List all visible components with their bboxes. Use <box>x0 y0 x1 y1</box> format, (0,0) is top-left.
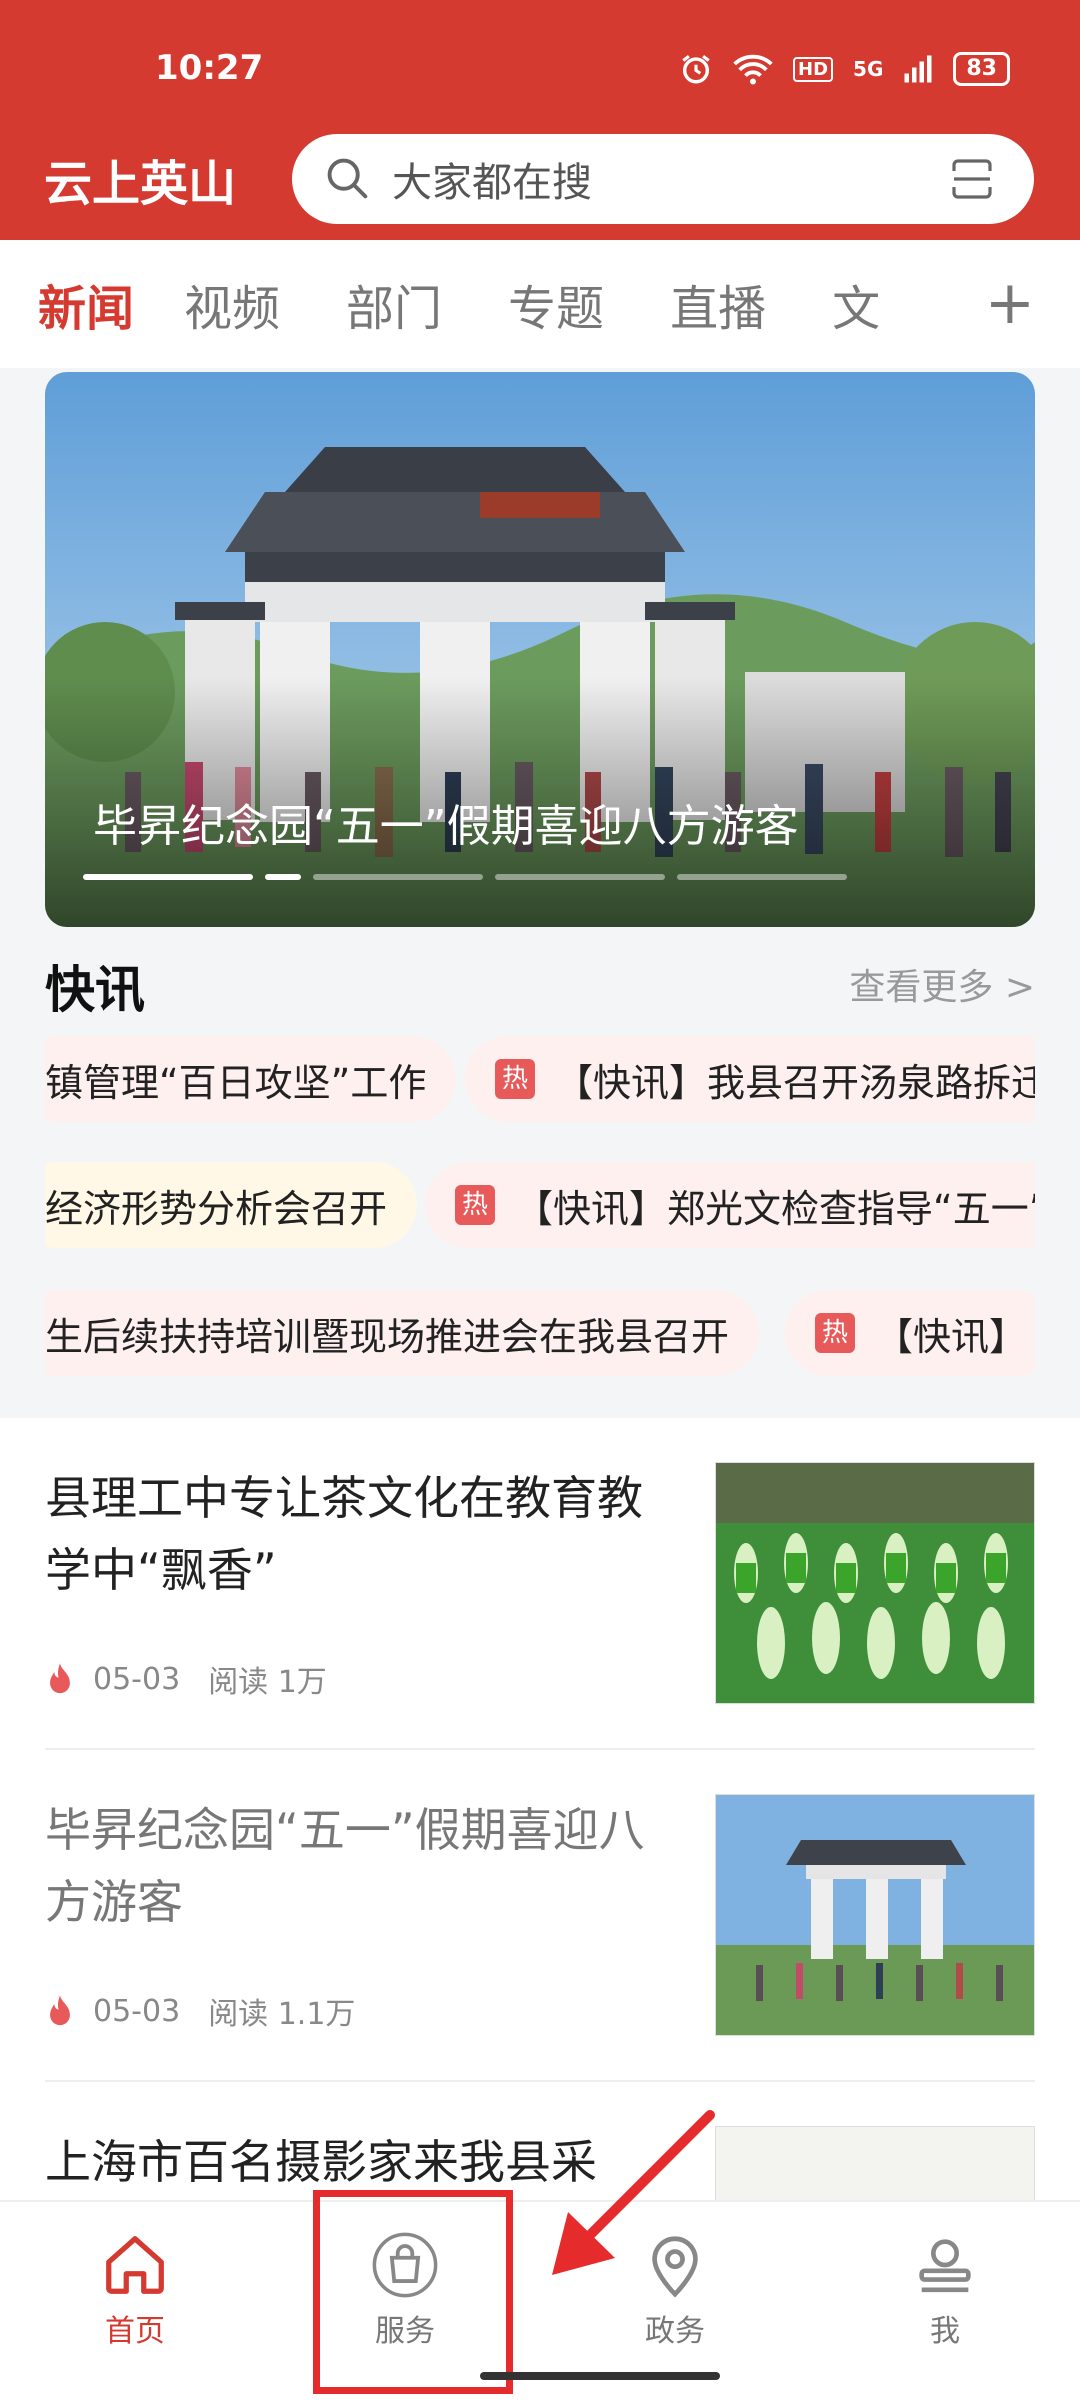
ticker-row: 生后续扶持培训暨现场推进会在我县召开 热【快讯】 <box>45 1290 1035 1380</box>
carousel-dot <box>83 874 253 880</box>
tab-government[interactable]: 政务 <box>575 2230 775 2350</box>
ticker-row: 经济形势分析会召开 热【快讯】郑光文检查指导“五一” <box>45 1162 1035 1252</box>
divider <box>45 2080 1035 2082</box>
news-thumbnail <box>715 2126 1035 2200</box>
tab-department[interactable]: 部门 <box>346 269 442 339</box>
search-icon <box>327 158 368 199</box>
tab-me-label: 我 <box>930 2314 960 2349</box>
news-thumbnail <box>715 1794 1035 2036</box>
home-indicator <box>480 2372 720 2380</box>
news-title: 毕昇纪念园“五一”假期喜迎八方游客 <box>45 1803 645 1929</box>
news-meta: 05-03 阅读 1万 <box>45 1657 327 1701</box>
ticker-item[interactable]: 热【快讯】我县召开汤泉路拆迁 <box>465 1036 1035 1122</box>
hot-badge: 热 <box>495 1059 535 1099</box>
ticker-item[interactable]: 镇管理“百日攻坚”工作 <box>45 1036 457 1122</box>
status-icons: HD 5G 83 <box>679 52 1010 86</box>
add-channel-icon[interactable]: + <box>985 268 1035 338</box>
news-item[interactable]: 县理工中专让茶文化在教育教学中“飘香” 05-03 阅读 1万 <box>45 1462 1035 1704</box>
tab-news[interactable]: 新闻 <box>38 269 134 339</box>
tab-home-label: 首页 <box>105 2314 165 2349</box>
news-date: 05-03 <box>93 1661 181 1697</box>
status-bar: 10:27 HD 5G 83 <box>0 0 1080 130</box>
news-meta: 05-03 阅读 1.1万 <box>45 1989 355 2033</box>
news-item[interactable]: 毕昇纪念园“五一”假期喜迎八方游客 05-03 阅读 1.1万 <box>45 1794 1035 2036</box>
signal-icon <box>904 55 932 83</box>
category-tabs: 新闻 视频 部门 专题 直播 文 + <box>0 240 1080 368</box>
tab-topic[interactable]: 专题 <box>508 269 604 339</box>
carousel-dot <box>677 874 847 880</box>
ticker-item[interactable]: 生后续扶持培训暨现场推进会在我县召开 <box>45 1290 760 1376</box>
hot-badge: 热 <box>815 1313 855 1353</box>
highlight-box <box>313 2190 513 2394</box>
news-title: 县理工中专让茶文化在教育教学中“飘香” <box>45 1471 643 1597</box>
home-icon <box>106 2236 164 2294</box>
banner-carousel[interactable]: 毕昇纪念园“五一”假期喜迎八方游客 <box>45 372 1035 927</box>
ticker-item[interactable]: 经济形势分析会召开 <box>45 1162 418 1248</box>
tab-live[interactable]: 直播 <box>670 269 766 339</box>
app-header: 云上英山 大家都在搜 <box>0 130 1080 240</box>
banner-title: 毕昇纪念园“五一”假期喜迎八方游客 <box>93 801 799 852</box>
battery-indicator: 83 <box>953 52 1010 86</box>
tab-government-label: 政务 <box>645 2314 705 2349</box>
carousel-dot <box>495 874 665 880</box>
tabs-fade <box>910 240 990 368</box>
carousel-dot <box>313 874 483 880</box>
ticker-row: 镇管理“百日攻坚”工作 热【快讯】我县召开汤泉路拆迁 <box>45 1036 1035 1126</box>
divider <box>45 1748 1035 1750</box>
search-placeholder: 大家都在搜 <box>392 160 592 206</box>
location-pin-icon <box>652 2236 698 2298</box>
user-icon <box>919 2239 971 2293</box>
wifi-icon <box>733 54 773 85</box>
carousel-indicator <box>83 874 847 880</box>
tab-video[interactable]: 视频 <box>184 269 280 339</box>
tab-home[interactable]: 首页 <box>35 2230 235 2350</box>
news-date: 05-03 <box>93 1993 181 2029</box>
ticker-item[interactable]: 热【快讯】郑光文检查指导“五一” <box>425 1162 1035 1248</box>
view-more-link[interactable]: 查看更多 > <box>849 958 1035 1010</box>
news-item[interactable]: 上海市百名摄影家来我县采 <box>45 2126 1035 2200</box>
section-title-kuaixun: 快讯 <box>45 961 145 1019</box>
news-reads: 阅读 1.1万 <box>208 1997 356 2032</box>
tab-me[interactable]: 我 <box>845 2230 1045 2350</box>
news-thumbnail <box>715 1462 1035 1704</box>
alarm-icon <box>682 55 710 84</box>
scan-icon[interactable] <box>948 154 996 204</box>
carousel-dot <box>265 874 301 880</box>
hd-badge: HD <box>793 56 834 82</box>
search-bar[interactable]: 大家都在搜 <box>292 134 1034 224</box>
ticker-item[interactable]: 热【快讯】 <box>785 1290 1035 1376</box>
hot-badge: 热 <box>455 1185 495 1225</box>
tab-culture[interactable]: 文 <box>832 269 880 339</box>
flame-icon <box>50 1663 70 1694</box>
flame-icon <box>50 1995 70 2026</box>
network-label: 5G <box>853 57 884 81</box>
news-reads: 阅读 1万 <box>208 1665 327 1700</box>
app-brand: 云上英山 <box>44 156 237 212</box>
news-title: 上海市百名摄影家来我县采 <box>45 2135 597 2189</box>
status-time: 10:27 <box>155 48 264 88</box>
